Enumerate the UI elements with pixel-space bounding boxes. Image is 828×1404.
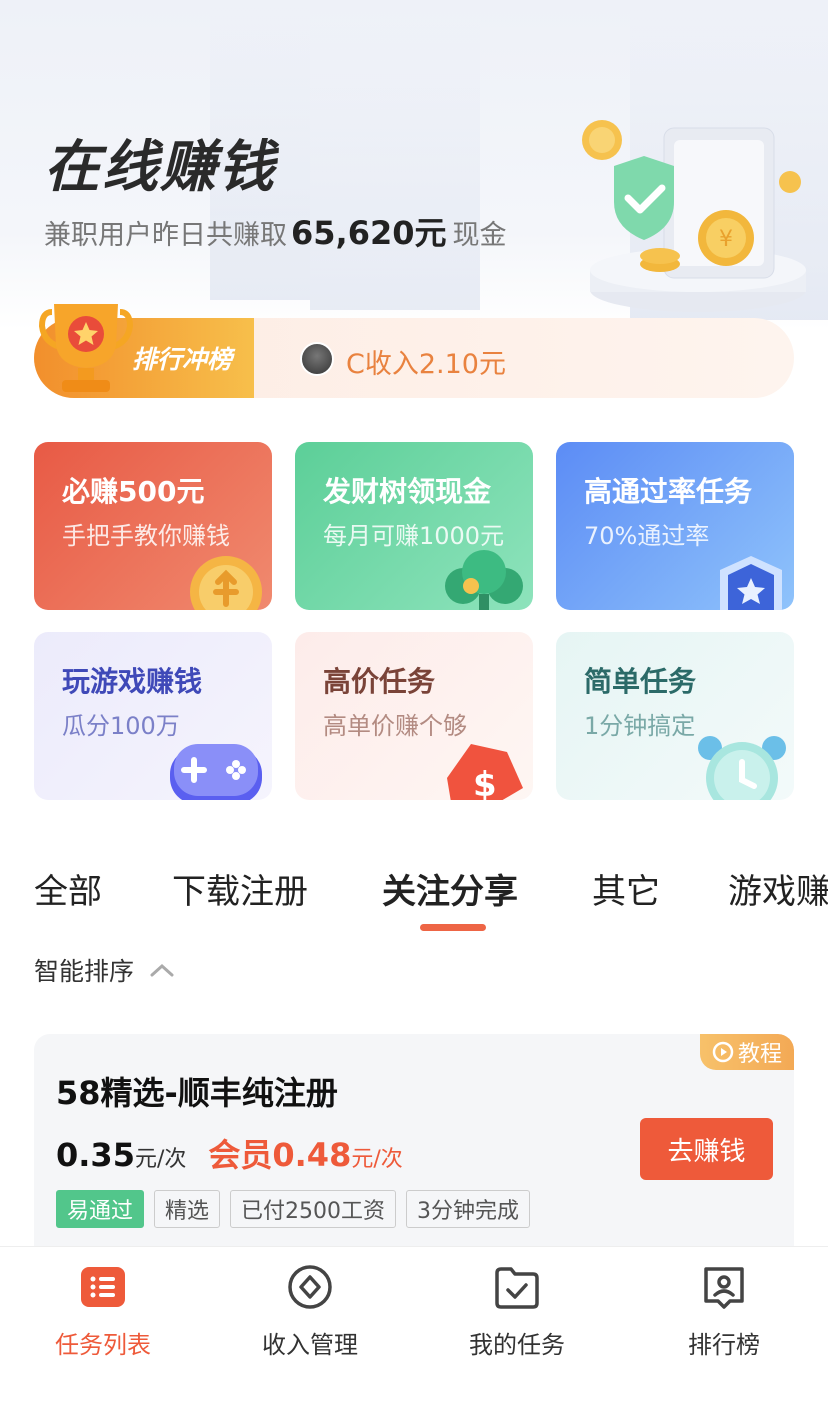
tab-game-earn[interactable]: 游戏赚 [728, 864, 828, 913]
nav-label: 收入管理 [262, 1331, 358, 1359]
sort-selector[interactable]: 智能排序 [34, 952, 174, 988]
nav-leaderboard[interactable]: 排行榜 [649, 1263, 799, 1360]
star-badge-icon [720, 556, 782, 610]
card-title: 简单任务 [584, 665, 697, 698]
income-icon [288, 1265, 332, 1309]
tag-easy-pass: 易通过 [56, 1190, 145, 1228]
earnings-summary: 兼职用户昨日共赚取 65,620元 现金 [44, 208, 507, 254]
card-title: 高通过率任务 [584, 475, 753, 508]
chevron-up-icon [150, 963, 174, 977]
active-tab-indicator [420, 924, 486, 931]
tag-paid: 已付2500工资 [230, 1190, 397, 1228]
card-simple-task[interactable]: 简单任务 1分钟搞定 [556, 632, 794, 800]
task-list-icon [81, 1267, 125, 1307]
sort-label: 智能排序 [34, 957, 135, 986]
tab-follow-share[interactable]: 关注分享 [382, 864, 518, 913]
earnings-suffix: 现金 [452, 220, 507, 251]
earn-button[interactable]: 去赚钱 [640, 1118, 773, 1180]
price-unit: 元/次 [134, 1147, 187, 1172]
task-name: 58精选-顺丰纯注册 [56, 1074, 338, 1112]
bottom-nav: 任务列表 收入管理 我的任务 排行榜 [0, 1246, 828, 1404]
avatar [300, 342, 334, 376]
task-tags: 易通过 精选 已付2500工资 3分钟完成 [56, 1190, 540, 1228]
card-title: 高价任务 [323, 665, 436, 698]
card-high-pass[interactable]: 高通过率任务 70%通过率 [556, 442, 794, 610]
hero-banner: 在线赚钱 兼职用户昨日共赚取 65,620元 现金 ¥ [0, 0, 828, 330]
card-subtitle: 每月可赚1000元 [323, 522, 505, 550]
card-subtitle: 70%通过率 [584, 522, 710, 550]
nav-my-task[interactable]: 我的任务 [442, 1263, 592, 1360]
member-price: 会员0.48 [208, 1136, 352, 1174]
leaderboard-icon [704, 1267, 744, 1309]
card-subtitle: 瓜分100万 [62, 712, 180, 740]
svg-text:$: $ [473, 765, 497, 800]
ranking-label: 排行冲榜 [132, 345, 233, 374]
nav-label: 我的任务 [469, 1331, 565, 1359]
price-tag-icon: $ [447, 744, 523, 800]
earnings-prefix: 兼职用户昨日共赚取 [44, 220, 287, 251]
card-money-tree[interactable]: 发财树领现金 每月可赚1000元 [295, 442, 533, 610]
card-subtitle: 手把手教你赚钱 [62, 522, 230, 550]
card-must-earn[interactable]: 必赚500元 手把手教你赚钱 [34, 442, 272, 610]
money-tree-icon [445, 550, 523, 610]
my-task-icon [495, 1267, 539, 1309]
earnings-amount: 65,620元 [291, 214, 447, 252]
tab-download-register[interactable]: 下载注册 [172, 864, 308, 913]
nav-label: 排行榜 [688, 1331, 760, 1359]
price-value: 0.35 [56, 1136, 135, 1174]
card-game-earn[interactable]: 玩游戏赚钱 瓜分100万 [34, 632, 272, 800]
nav-task-list[interactable]: 任务列表 [28, 1263, 178, 1360]
nav-income[interactable]: 收入管理 [235, 1263, 385, 1360]
task-price: 0.35 元/次 会员0.48 元/次 [56, 1130, 403, 1176]
card-title: 玩游戏赚钱 [62, 665, 203, 698]
card-title: 必赚500元 [62, 475, 205, 508]
play-icon [712, 1041, 734, 1063]
tab-other[interactable]: 其它 [592, 864, 660, 913]
page-title: 在线赚钱 [44, 135, 276, 200]
alarm-clock-icon [698, 736, 786, 800]
gamepad-icon [170, 744, 262, 800]
trophy-icon [38, 304, 134, 392]
nav-label: 任务列表 [55, 1331, 151, 1359]
tutorial-label: 教程 [737, 1042, 782, 1067]
card-subtitle: 高单价赚个够 [323, 712, 467, 740]
tag-duration: 3分钟完成 [406, 1190, 531, 1228]
task-card[interactable]: 教程 58精选-顺丰纯注册 0.35 元/次 会员0.48 元/次 去赚钱 易通… [34, 1034, 794, 1264]
card-subtitle: 1分钟搞定 [584, 712, 696, 740]
card-high-price[interactable]: 高价任务 高单价赚个够 $ [295, 632, 533, 800]
category-tabs: 全部 下载注册 关注分享 其它 游戏赚 [34, 864, 828, 914]
tag-featured: 精选 [154, 1190, 221, 1228]
shield-coins-illustration-icon: ¥ [582, 120, 806, 312]
tab-all[interactable]: 全部 [34, 864, 102, 913]
page: 在线赚钱 兼职用户昨日共赚取 65,620元 现金 ¥ 排行冲榜 C收入2.10… [0, 0, 828, 1404]
ranking-ticker: C收入2.10元 [346, 349, 506, 380]
coin-icon [190, 556, 262, 610]
member-price-unit: 元/次 [351, 1147, 403, 1172]
tutorial-badge[interactable]: 教程 [700, 1034, 794, 1070]
card-title: 发财树领现金 [323, 475, 492, 508]
ranking-banner[interactable]: 排行冲榜 C收入2.10元 [34, 304, 794, 398]
svg-text:¥: ¥ [719, 227, 733, 252]
